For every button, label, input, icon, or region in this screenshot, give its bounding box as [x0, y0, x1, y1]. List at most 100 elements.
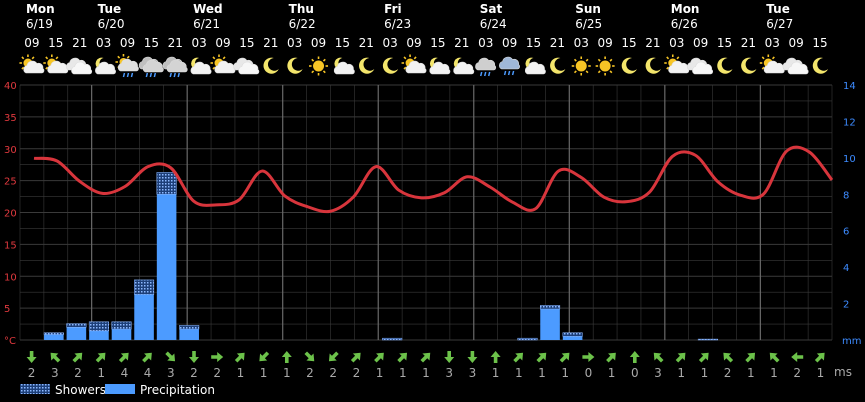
hour-label: 15	[526, 36, 541, 50]
moon-cloud-icon	[190, 57, 212, 75]
precipitation-unit-label: mm	[842, 336, 861, 347]
wind-arrow-icon	[606, 352, 616, 363]
hour-label: 21	[72, 36, 87, 50]
hour-label: 15	[430, 36, 445, 50]
wind-arrow-icon	[791, 352, 804, 362]
day-date-8: 6/27	[766, 17, 793, 31]
legend-precipitation-swatch	[105, 384, 135, 394]
wind-speed-label: 1	[237, 366, 245, 380]
wind-speed-label: 1	[515, 366, 523, 380]
wind-arrow-icon	[374, 352, 384, 363]
legend-showers-label: Showers	[55, 383, 106, 397]
moon-cloud-icon	[453, 57, 475, 75]
cloud-icon	[782, 57, 809, 75]
temperature-tick: 30	[4, 145, 17, 156]
day-name-4: Fri	[384, 2, 401, 16]
hour-label: 15	[335, 36, 350, 50]
showers-bar	[382, 337, 403, 341]
hour-label: 15	[144, 36, 159, 50]
hour-label: 21	[263, 36, 278, 50]
hour-label: 03	[574, 36, 589, 50]
precipitation-tick: 12	[843, 117, 856, 128]
hour-label: 15	[621, 36, 636, 50]
hour-label: 09	[597, 36, 612, 50]
wind-speed-label: 2	[353, 366, 361, 380]
hour-label: 09	[120, 36, 135, 50]
sun-cloud-icon	[759, 54, 785, 74]
wind-arrow-icon	[490, 351, 501, 363]
hour-label: 09	[215, 36, 230, 50]
temperature-tick: 15	[4, 240, 17, 251]
day-name-8: Tue	[766, 2, 790, 16]
wind-speed-label: 3	[51, 366, 59, 380]
wind-arrow-icon	[281, 351, 292, 363]
hour-label: 21	[645, 36, 660, 50]
wind-arrow-icon	[328, 351, 339, 362]
showers-bar	[156, 172, 177, 195]
rain-sun-icon	[115, 54, 139, 78]
sun-cloud-icon	[401, 54, 427, 74]
precipitation-axis: 14 12 10 8 6 4 2	[843, 81, 856, 311]
day-name-5: Sat	[480, 2, 503, 16]
cloud-icon	[233, 57, 260, 75]
wind-speed-label: 1	[747, 366, 755, 380]
cloud-icon	[687, 57, 713, 75]
wind-speed-label: 1	[701, 366, 709, 380]
meteogram: Mon6/19Tue6/20Wed6/21Thu6/22Fri6/23Sat6/…	[4, 2, 861, 397]
hour-label: 15	[717, 36, 732, 50]
weather-icons	[19, 54, 829, 78]
sun-icon	[571, 56, 591, 76]
wind-arrow-icon	[118, 352, 129, 363]
wind-arrow-icon	[234, 352, 245, 363]
cloud-icon	[66, 57, 93, 75]
day-headers: Mon6/19Tue6/20Wed6/21Thu6/22Fri6/23Sat6/…	[26, 2, 793, 31]
precipitation-bar	[562, 336, 583, 340]
showers-bar	[134, 279, 155, 295]
rain-cloud-icon	[162, 56, 188, 78]
moon-icon	[550, 57, 566, 74]
wind-speed-label: 0	[631, 366, 639, 380]
wind-speed-label: 4	[121, 366, 129, 380]
moon-cloud-icon	[95, 57, 116, 75]
showers-bar	[88, 321, 109, 332]
sun-icon	[309, 56, 329, 76]
hour-label: 03	[765, 36, 780, 50]
wind-speed-label: 1	[538, 366, 546, 380]
day-name-3: Thu	[289, 2, 314, 16]
wind-speed-label: 2	[28, 366, 36, 380]
temperature-tick: 40	[4, 81, 17, 92]
hour-label: 09	[502, 36, 517, 50]
moon-icon	[382, 57, 399, 74]
showers-bar	[179, 325, 200, 330]
temperature-tick: 35	[4, 113, 17, 124]
wind-arrow-icon	[165, 351, 176, 362]
wind-arrow-icon	[723, 352, 734, 363]
wind-arrow-icon	[350, 352, 361, 363]
hour-row: 09 15 21 03 09 15 21 03 09 15 21 03 09 15 21 03 09 15 21 03…	[24, 36, 827, 50]
day-name-2: Wed	[193, 2, 223, 16]
showers-bar	[562, 332, 583, 337]
hour-label: 03	[96, 36, 111, 50]
wind-speed-label: 3	[445, 366, 453, 380]
precipitation-bar	[179, 329, 199, 340]
day-date-7: 6/26	[671, 17, 698, 31]
moon-icon	[621, 57, 637, 74]
day-name-1: Tue	[98, 2, 122, 16]
wind-arrow-icon	[653, 352, 664, 363]
precipitation-bar	[540, 309, 560, 340]
wind-arrow-icon	[444, 351, 455, 363]
wind-speed-label: 1	[677, 366, 685, 380]
precipitation-tick: 2	[843, 300, 849, 311]
precipitation-bar	[134, 294, 154, 340]
hour-label: 15	[812, 36, 827, 50]
wind-speed-label: 2	[190, 366, 198, 380]
wind-arrow-icon	[26, 351, 37, 363]
wind-arrow-icon	[769, 352, 780, 363]
temperature-axis: 40 35 30 25 20 15 10 5	[4, 81, 17, 315]
wind-speed-label: 1	[608, 366, 616, 380]
wind-arrow-icon	[211, 352, 224, 362]
precipitation-bar	[156, 194, 177, 340]
wind-arrow-icon	[397, 352, 408, 363]
wind-speed-label: 1	[260, 366, 268, 380]
hour-label: 03	[478, 36, 493, 50]
